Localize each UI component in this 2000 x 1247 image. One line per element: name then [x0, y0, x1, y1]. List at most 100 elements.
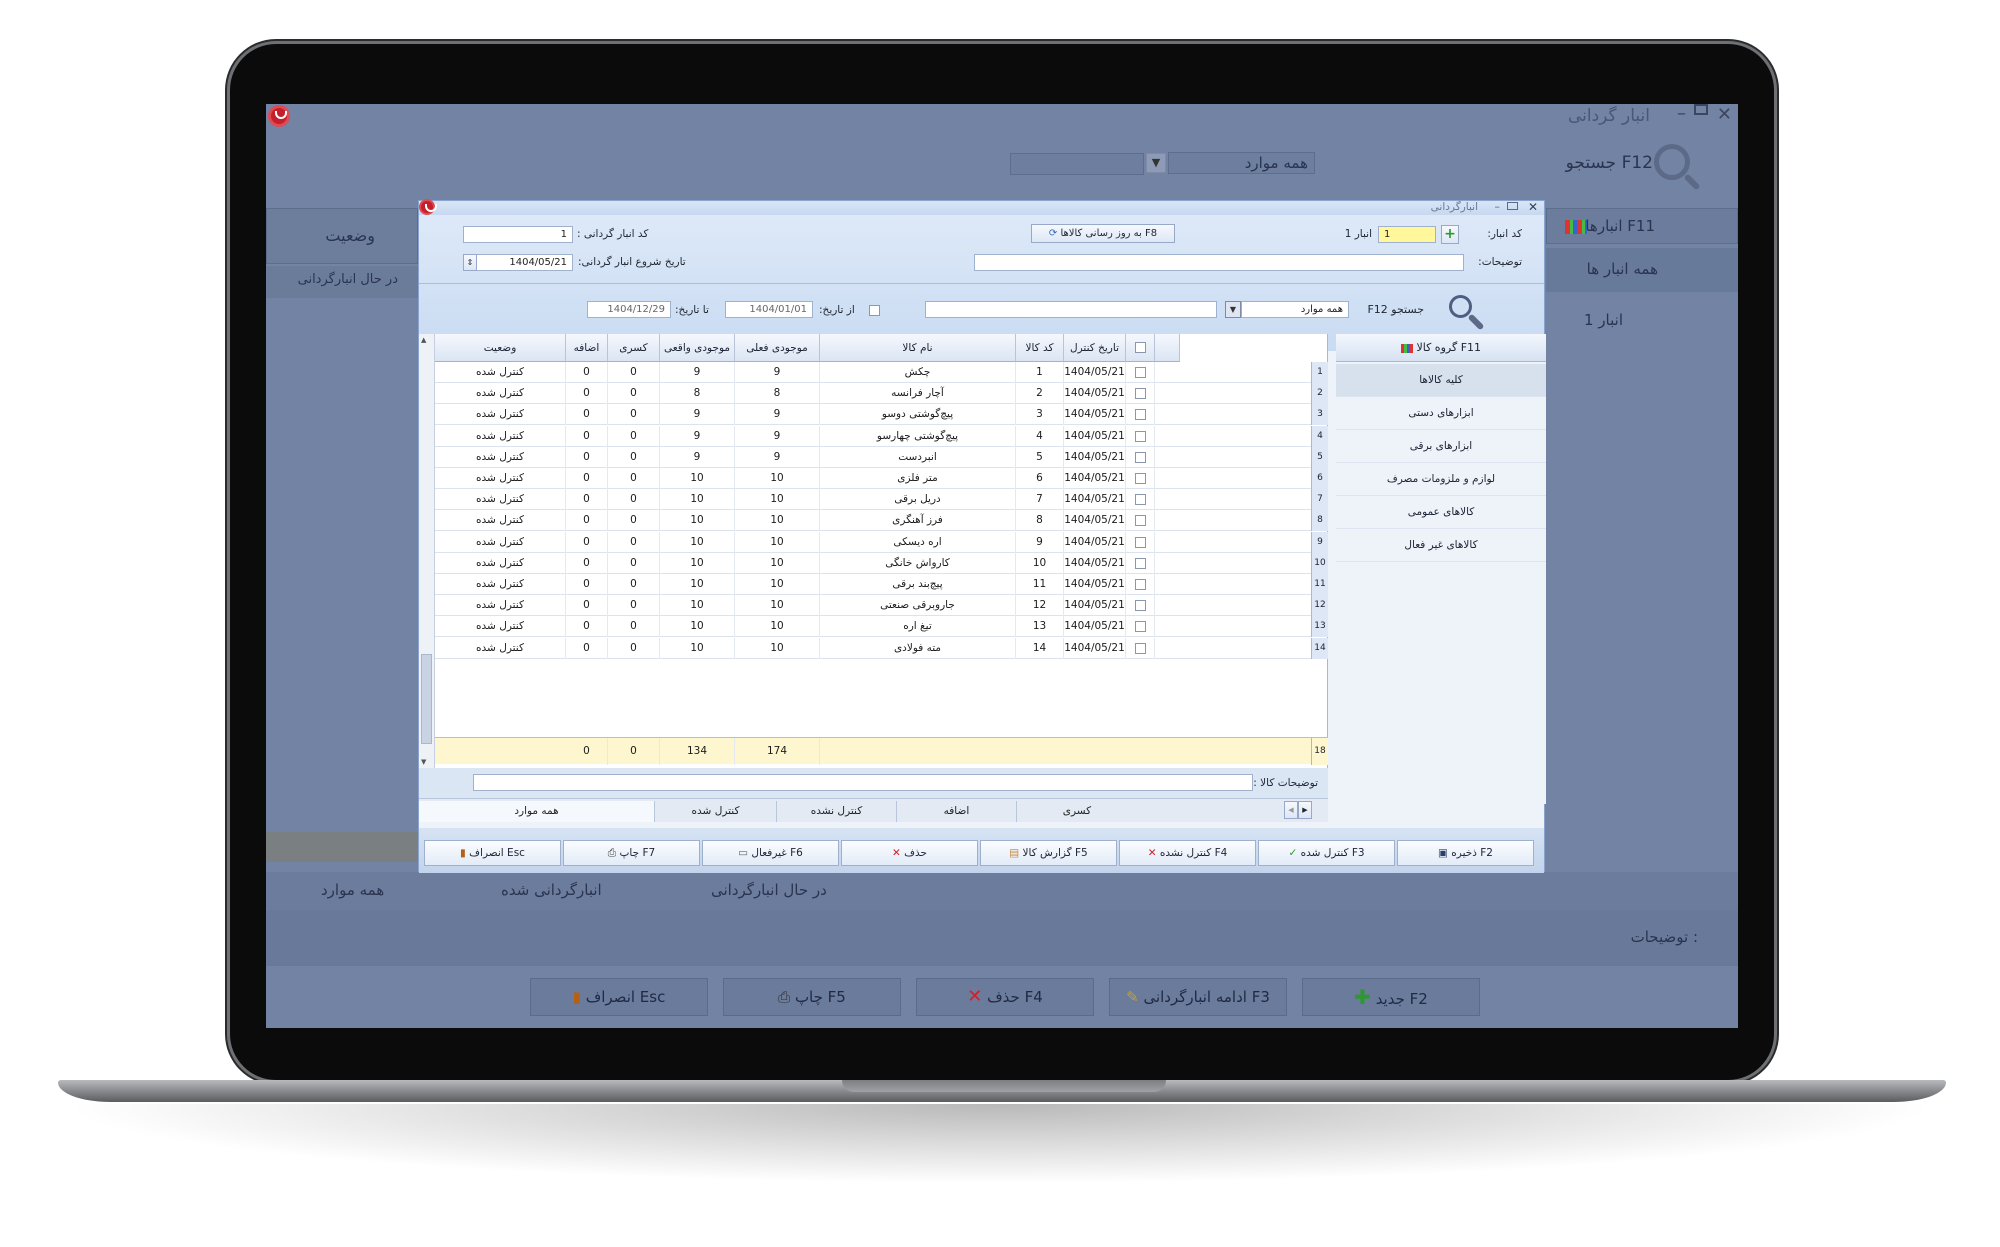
save-button[interactable]: ▣ ذخیره F2 [1397, 840, 1534, 866]
delete-button[interactable]: ✕ حذف [841, 840, 978, 866]
row-checkbox[interactable] [1135, 430, 1146, 442]
bg-print-button[interactable]: ⎙ چاپ F5 [723, 978, 901, 1016]
count-dialog: ✕ – انبارگردانی کد انبار: + 1 انبار 1 تو… [418, 199, 1546, 873]
group-item-consumables[interactable]: لوازم و ملزومات مصرف [1336, 463, 1546, 496]
cancel-button[interactable]: ▮ انصراف Esc [424, 840, 561, 866]
dialog-restore-icon[interactable] [1507, 202, 1518, 210]
chevron-down-icon[interactable]: ▼ [1146, 153, 1166, 173]
table-row[interactable]: کنترل شده 0 0 10 10 پیچ‌بند برقی 11 1404/05/21 1… [435, 574, 1328, 595]
table-row[interactable]: کنترل شده 0 0 9 9 انبردست 5 1404/05/21 5 [435, 446, 1328, 468]
count-code-input[interactable]: 1 [463, 226, 573, 243]
mark-unchecked-button[interactable]: ✕ کنترل نشده F4 [1119, 840, 1256, 866]
tab-shortage[interactable]: کسری [1017, 801, 1137, 822]
search-icon[interactable] [1654, 144, 1690, 180]
col-name[interactable]: نام کالا [820, 334, 1016, 362]
row-checkbox[interactable] [1135, 451, 1146, 463]
bg-cancel-button[interactable]: ▮ انصراف Esc [530, 978, 708, 1016]
bg-tab-all[interactable]: همه موارد [321, 881, 384, 899]
item-report-button[interactable]: ▤ گزارش کالا F5 [980, 840, 1117, 866]
group-item-general[interactable]: کالاهای عمومی [1336, 496, 1546, 529]
dialog-scope-chevron-icon[interactable]: ▼ [1225, 301, 1241, 318]
scroll-thumb[interactable] [421, 654, 432, 744]
col-shortage[interactable]: کسری [608, 334, 660, 362]
table-row[interactable]: کنترل شده 0 0 10 10 اره دیسکی 9 1404/05/21 9 [435, 531, 1328, 553]
col-code[interactable]: کد کالا [1016, 334, 1064, 362]
search-scope-select[interactable]: همه موارد [1168, 152, 1315, 174]
dialog-search-scope[interactable]: همه موارد [1241, 301, 1349, 318]
bg-new-button[interactable]: ✚ جدید F2 [1302, 978, 1480, 1016]
row-checkbox[interactable] [1135, 409, 1146, 421]
col-surplus[interactable]: اضافه [566, 334, 608, 362]
group-item-power-tools[interactable]: ابزارهای برقی [1336, 430, 1546, 463]
start-date-input[interactable]: 1404/05/21 [463, 254, 573, 271]
table-row[interactable]: کنترل شده 0 0 10 10 تیغ اره 13 1404/05/21 13 [435, 616, 1328, 638]
update-items-button[interactable]: ⟳ به روز رسانی کالاها F8 [1031, 224, 1175, 243]
add-warehouse-icon[interactable]: + [1441, 225, 1459, 244]
select-all-checkbox[interactable] [1135, 342, 1146, 353]
status-row[interactable]: در حال انبارگردانی [266, 266, 418, 298]
dialog-notes-input[interactable] [974, 254, 1464, 271]
dialog-minimize-icon[interactable]: – [1495, 200, 1501, 213]
col-select-all[interactable] [1126, 334, 1155, 362]
tab-unchecked[interactable]: کنترل نشده [777, 801, 897, 822]
bg-delete-button[interactable]: ✕ حذف F4 [916, 978, 1094, 1016]
grid-scrollbar[interactable]: ▲ ▼ [419, 334, 435, 768]
row-checkbox[interactable] [1135, 642, 1146, 654]
warehouse-code-input[interactable]: 1 [1378, 226, 1436, 243]
item-notes-input[interactable] [473, 774, 1253, 791]
group-item-hand-tools[interactable]: ابزارهای دستی [1336, 397, 1546, 430]
warehouse-item-all[interactable]: همه انبار ها [1546, 248, 1738, 292]
row-checkbox[interactable] [1135, 367, 1146, 378]
row-checkbox[interactable] [1135, 515, 1146, 527]
inactive-button[interactable]: ▭ غیرفعال F6 [702, 840, 839, 866]
table-row[interactable]: کنترل شده 0 0 10 10 متر فلزی 6 1404/05/21 6 [435, 468, 1328, 489]
dialog-search-input[interactable] [925, 301, 1217, 318]
table-row[interactable]: کنترل شده 0 0 10 10 مته فولادی 14 1404/05/21 14 [435, 637, 1328, 659]
cell-current: 10 [735, 595, 820, 617]
bg-tab-in-progress[interactable]: در حال انبارگردانی [711, 881, 827, 899]
col-actual[interactable]: موجودی واقعی [660, 334, 735, 362]
row-checkbox[interactable] [1135, 621, 1146, 633]
group-item-inactive[interactable]: کالاهای غیر فعال [1336, 529, 1546, 562]
row-checkbox[interactable] [1135, 557, 1146, 569]
minimize-icon[interactable]: – [1677, 105, 1686, 123]
to-date-input[interactable]: 1404/12/29 [587, 301, 671, 318]
search-input[interactable] [1010, 153, 1144, 175]
group-item-all[interactable]: کلیه کالاها [1336, 364, 1546, 397]
dialog-close-icon[interactable]: ✕ [1528, 200, 1538, 214]
tab-surplus[interactable]: اضافه [897, 801, 1017, 822]
cell-current: 9 [735, 404, 820, 426]
col-current[interactable]: موجودی فعلی [735, 334, 820, 362]
row-checkbox[interactable] [1135, 600, 1146, 612]
table-row[interactable]: کنترل شده 0 0 9 9 پیچ‌گوشتی چهارسو 4 1404/05/21… [435, 425, 1328, 447]
table-row[interactable]: کنترل شده 0 0 10 10 فرز آهنگری 8 1404/05/21 8 [435, 510, 1328, 532]
row-checkbox[interactable] [1135, 579, 1146, 590]
col-status[interactable]: وضعیت [435, 334, 566, 362]
tab-all[interactable]: همه موارد [419, 801, 655, 822]
from-date-input[interactable]: 1404/01/01 [725, 301, 813, 318]
row-checkbox[interactable] [1135, 494, 1146, 506]
bg-continue-button[interactable]: ✎ ادامه انبارگردانی F3 [1109, 978, 1287, 1016]
table-row[interactable]: کنترل شده 0 0 10 10 کارواش خانگی 10 1404/05/21 1… [435, 552, 1328, 574]
table-row[interactable]: کنترل شده 0 0 8 8 آچار فرانسه 2 1404/05/21 2 [435, 383, 1328, 405]
date-filter-checkbox[interactable] [869, 305, 880, 316]
tab-scroll-right-icon[interactable]: ▶ [1298, 801, 1312, 819]
col-date[interactable]: تاریخ کنترل [1064, 334, 1126, 362]
mark-checked-button[interactable]: ✓ کنترل شده F3 [1258, 840, 1395, 866]
row-checkbox[interactable] [1135, 536, 1146, 548]
tab-scroll-left-icon[interactable]: ◀ [1284, 801, 1298, 819]
tab-checked[interactable]: کنترل شده [655, 801, 777, 822]
print-button[interactable]: ⎙ چاپ F7 [563, 840, 700, 866]
table-row[interactable]: کنترل شده 0 0 9 9 چکش 1 1404/05/21 1 [435, 362, 1328, 383]
row-checkbox[interactable] [1135, 388, 1146, 400]
dialog-search-icon[interactable] [1449, 295, 1472, 318]
row-checkbox[interactable] [1135, 473, 1146, 484]
table-row[interactable]: کنترل شده 0 0 9 9 پیچ‌گوشتی دوسو 3 1404/05/21 3 [435, 404, 1328, 426]
restore-icon[interactable] [1694, 104, 1708, 115]
close-icon[interactable]: ✕ [1717, 106, 1732, 124]
date-spinner-icon[interactable]: ⇕ [463, 254, 477, 271]
bg-tab-done[interactable]: انبارگردانی شده [501, 881, 602, 899]
warehouse-item-1[interactable]: انبار 1 [1584, 311, 1623, 329]
table-row[interactable]: کنترل شده 0 0 10 10 دریل برقی 7 1404/05/21 7 [435, 489, 1328, 511]
table-row[interactable]: کنترل شده 0 0 10 10 جاروبرقی صنعتی 12 1404/05/2… [435, 595, 1328, 617]
